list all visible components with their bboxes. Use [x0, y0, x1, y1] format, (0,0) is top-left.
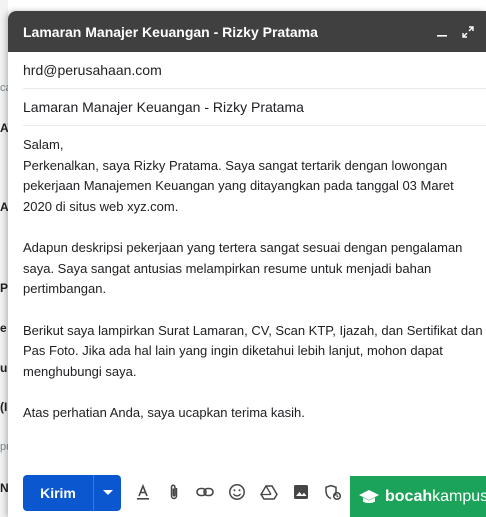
- drive-icon[interactable]: [258, 481, 280, 503]
- body-paragraph: Adapun deskripsi pekerjaan yang tertera …: [23, 240, 467, 296]
- link-icon[interactable]: [194, 481, 216, 503]
- photo-icon[interactable]: [290, 481, 312, 503]
- send-button[interactable]: Kirim: [23, 475, 94, 511]
- compose-header[interactable]: Lamaran Manajer Keuangan - Rizky Pratama: [8, 11, 486, 52]
- to-field[interactable]: hrd@perusahaan.com: [23, 52, 486, 89]
- send-button-group: Kirim: [23, 475, 121, 511]
- minimize-icon[interactable]: [430, 20, 454, 44]
- subject-field[interactable]: Lamaran Manajer Keuangan - Rizky Pratama: [23, 89, 486, 126]
- expand-icon[interactable]: [456, 20, 480, 44]
- body-paragraph: Salam,: [23, 137, 64, 152]
- body-paragraph: Berikut saya lampirkan Surat Lamaran, CV…: [23, 322, 486, 379]
- confidential-icon[interactable]: [322, 481, 344, 503]
- dropdown-arrow-icon[interactable]: [94, 475, 121, 511]
- bocahkampus-watermark: bocahkampus: [350, 476, 486, 517]
- background-text: e: [0, 321, 7, 335]
- graduation-cap-icon: [358, 489, 380, 505]
- background-inbox-strip: [0, 0, 8, 517]
- emoji-icon[interactable]: [226, 481, 248, 503]
- body-paragraph: Atas perhatian Anda, saya ucapkan terima…: [23, 405, 305, 420]
- recipient-address: hrd@perusahaan.com: [23, 62, 162, 78]
- subject-text: Lamaran Manajer Keuangan - Rizky Pratama: [23, 99, 304, 115]
- compose-window: Lamaran Manajer Keuangan - Rizky Pratama…: [8, 11, 486, 517]
- compose-title: Lamaran Manajer Keuangan - Rizky Pratama: [23, 23, 318, 40]
- background-text: (I: [0, 400, 8, 414]
- attach-icon[interactable]: [163, 481, 185, 503]
- message-body[interactable]: Salam, Perkenalkan, saya Rizky Pratama. …: [23, 135, 485, 424]
- body-paragraph: Perkenalkan, saya Rizky Pratama. Saya sa…: [23, 157, 458, 214]
- text-format-icon[interactable]: [132, 481, 154, 503]
- brand-name: bocahkampus: [385, 487, 486, 505]
- background-text: P: [0, 281, 9, 295]
